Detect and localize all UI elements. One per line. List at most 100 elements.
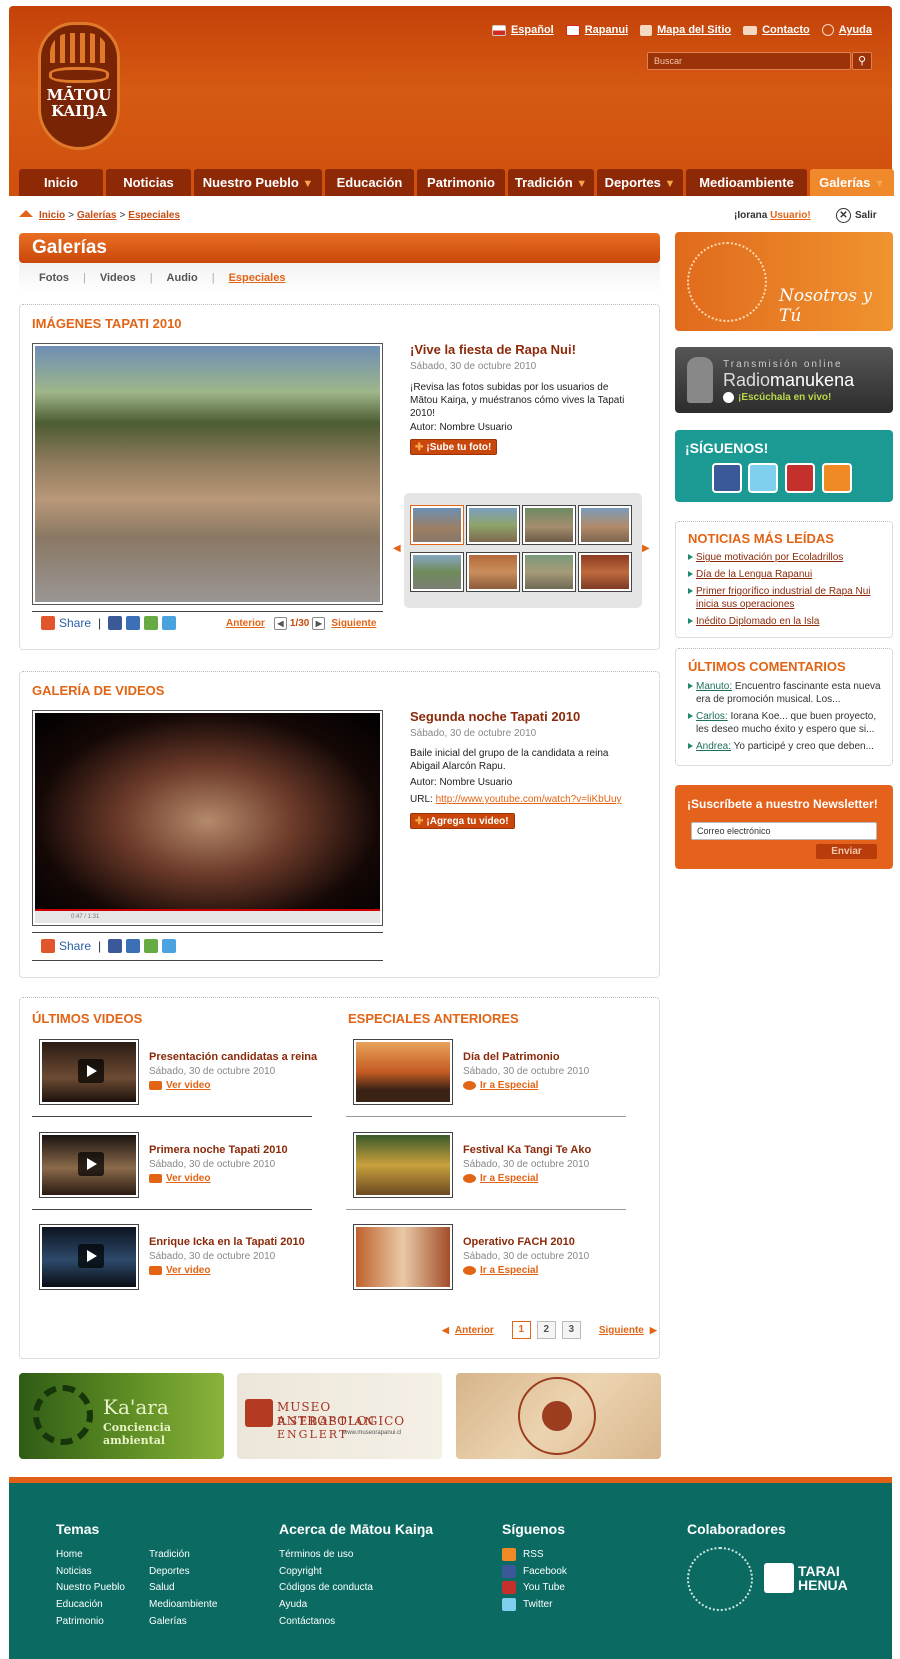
tab-especiales[interactable]: Especiales xyxy=(229,272,286,284)
footer-link[interactable]: Deportes xyxy=(149,1564,217,1581)
video-item-title[interactable]: Segunda noche Tapati 2010 xyxy=(410,709,580,724)
footer-link[interactable]: Copyright xyxy=(279,1564,373,1581)
upload-photo-button[interactable]: ✚ ¡Sube tu foto! xyxy=(410,439,498,455)
nav-item-educacion[interactable]: Educación xyxy=(325,169,414,196)
video-player[interactable]: 0:47 / 1:31 xyxy=(32,710,383,926)
video-thumbnail[interactable] xyxy=(39,1132,139,1198)
thumbnail[interactable] xyxy=(522,552,576,592)
thumbnails-next-arrow[interactable]: ▶ xyxy=(642,543,650,554)
add-video-button[interactable]: ✚ ¡Agrega tu video! xyxy=(410,813,515,829)
pagination-prev[interactable]: Anterior xyxy=(455,1325,494,1336)
footer-youtube-link[interactable]: You Tube xyxy=(502,1580,567,1597)
top-link-espanol[interactable]: Español xyxy=(491,24,554,36)
latest-video-title[interactable]: Enrique Icka en la Tapati 2010 xyxy=(149,1236,305,1248)
footer-link[interactable]: Galerías xyxy=(149,1614,217,1631)
footer-link[interactable]: Noticias xyxy=(56,1564,125,1581)
thumbnail[interactable] xyxy=(466,505,520,545)
newsletter-submit-button[interactable]: Enviar xyxy=(816,844,877,859)
myspace-icon[interactable] xyxy=(126,616,141,630)
logout-button[interactable]: ✕ Salir xyxy=(836,208,877,223)
most-read-link[interactable]: Primer frigorífico industrial de Rapa Nu… xyxy=(696,586,871,610)
top-link-ayuda[interactable]: Ayuda xyxy=(821,24,872,36)
matou-kaina-logo[interactable]: MĀTOU KAIŊA xyxy=(38,22,120,150)
thumbnail[interactable] xyxy=(410,505,464,545)
breadcrumb-especiales[interactable]: Especiales xyxy=(128,210,180,221)
newsletter-email-input[interactable]: Correo electrónico xyxy=(691,822,877,840)
footer-link[interactable]: Ayuda xyxy=(279,1597,373,1614)
main-photo[interactable] xyxy=(32,343,383,605)
myspace-icon[interactable] xyxy=(126,939,141,953)
tarai-henua-logo[interactable]: TARAI HENUA xyxy=(764,1563,858,1593)
footer-link[interactable]: Salud xyxy=(149,1580,217,1597)
nav-item-noticias[interactable]: Noticias xyxy=(106,169,191,196)
nav-item-nuestro-pueblo[interactable]: Nuestro Pueblo ▼ xyxy=(194,169,322,196)
comment-user-link[interactable]: Carlos: xyxy=(696,711,728,722)
comment-user-link[interactable]: Manuto: xyxy=(696,681,732,692)
facebook-icon[interactable] xyxy=(108,616,123,630)
footer-twitter-link[interactable]: Twitter xyxy=(502,1597,567,1614)
youtube-icon[interactable] xyxy=(785,463,815,493)
footer-link[interactable]: Patrimonio xyxy=(56,1614,125,1631)
page-2[interactable]: 2 xyxy=(536,1321,556,1339)
prev-arrow-icon[interactable]: ◀ xyxy=(273,617,287,630)
radio-manukena-banner[interactable]: Transmisión online Radiomanukena ¡Escúch… xyxy=(675,347,893,413)
google-icon[interactable] xyxy=(144,939,159,953)
thumbnail[interactable] xyxy=(410,552,464,592)
special-title[interactable]: Operativo FACH 2010 xyxy=(463,1236,575,1248)
latest-video-title[interactable]: Presentación candidatas a reina xyxy=(149,1051,317,1063)
thumbnail[interactable] xyxy=(578,552,632,592)
museo-banner[interactable]: Museo Antropologico P.Sebastian Englert … xyxy=(237,1373,442,1459)
share-link[interactable]: Share xyxy=(59,939,91,953)
ver-video-link[interactable]: Ver video xyxy=(149,1080,210,1091)
ir-a-especial-link[interactable]: Ir a Especial xyxy=(463,1173,538,1184)
footer-link[interactable]: Educación xyxy=(56,1597,125,1614)
ver-video-link[interactable]: Ver video xyxy=(149,1265,210,1276)
comment-user-link[interactable]: Andrea: xyxy=(696,741,731,752)
footer-link[interactable]: Nuestro Pueblo xyxy=(56,1580,125,1597)
kaara-banner[interactable]: Ka'ara Conciencia ambiental xyxy=(19,1373,224,1459)
nav-item-tradicion[interactable]: Tradición ▼ xyxy=(508,169,594,196)
breadcrumb-galerias[interactable]: Galerías xyxy=(77,210,116,221)
next-arrow-icon[interactable]: ▶ xyxy=(312,617,326,630)
next-arrow-icon[interactable]: ▶ xyxy=(650,1325,657,1336)
most-read-link[interactable]: Sigue motivación por Ecoladrillos xyxy=(696,552,843,563)
top-link-rapanui[interactable]: Rapanui xyxy=(565,24,628,36)
search-input[interactable]: Buscar xyxy=(647,52,851,70)
facebook-icon[interactable] xyxy=(108,939,123,953)
special-thumbnail[interactable] xyxy=(353,1224,453,1290)
tab-videos[interactable]: Videos xyxy=(100,272,136,284)
google-icon[interactable] xyxy=(144,616,159,630)
ver-video-link[interactable]: Ver video xyxy=(149,1173,210,1184)
footer-link[interactable]: Home xyxy=(56,1547,125,1564)
most-read-link[interactable]: Inédito Diplomado en la Isla xyxy=(696,616,819,627)
video-thumbnail[interactable] xyxy=(39,1039,139,1105)
municipalidad-banner[interactable]: Nosotros y Tú xyxy=(675,232,893,331)
footer-facebook-link[interactable]: Facebook xyxy=(502,1564,567,1581)
tab-fotos[interactable]: Fotos xyxy=(39,272,69,284)
ir-a-especial-link[interactable]: Ir a Especial xyxy=(463,1080,538,1091)
footer-link[interactable]: Medioambiente xyxy=(149,1597,217,1614)
twitter-icon[interactable] xyxy=(748,463,778,493)
tab-audio[interactable]: Audio xyxy=(167,272,198,284)
nav-item-deportes[interactable]: Deportes ▼ xyxy=(597,169,683,196)
nav-item-galerias[interactable]: Galerías ▼ xyxy=(810,169,894,196)
video-thumbnail[interactable] xyxy=(39,1224,139,1290)
footer-rss-link[interactable]: RSS xyxy=(502,1547,567,1564)
special-thumbnail[interactable] xyxy=(353,1039,453,1105)
most-read-link[interactable]: Día de la Lengua Rapanui xyxy=(696,569,812,580)
special-thumbnail[interactable] xyxy=(353,1132,453,1198)
footer-link[interactable]: Tradición xyxy=(149,1547,217,1564)
nav-item-medioambiente[interactable]: Medioambiente xyxy=(686,169,807,196)
thumbnail[interactable] xyxy=(578,505,632,545)
breadcrumb-inicio[interactable]: Inicio xyxy=(39,210,65,221)
pagination-next[interactable]: Siguiente xyxy=(599,1325,644,1336)
facebook-icon[interactable] xyxy=(712,463,742,493)
latest-video-title[interactable]: Primera noche Tapati 2010 xyxy=(149,1144,288,1156)
prev-arrow-icon[interactable]: ◀ xyxy=(442,1325,449,1336)
municipalidad-seal-logo[interactable] xyxy=(687,1547,753,1611)
nav-item-patrimonio[interactable]: Patrimonio xyxy=(417,169,505,196)
photo-next-link[interactable]: Siguiente xyxy=(331,618,376,629)
share-plus-icon[interactable] xyxy=(41,939,55,953)
images-item-title[interactable]: ¡Vive la fiesta de Rapa Nui! xyxy=(410,342,576,357)
photo-prev-link[interactable]: Anterior xyxy=(226,618,265,629)
